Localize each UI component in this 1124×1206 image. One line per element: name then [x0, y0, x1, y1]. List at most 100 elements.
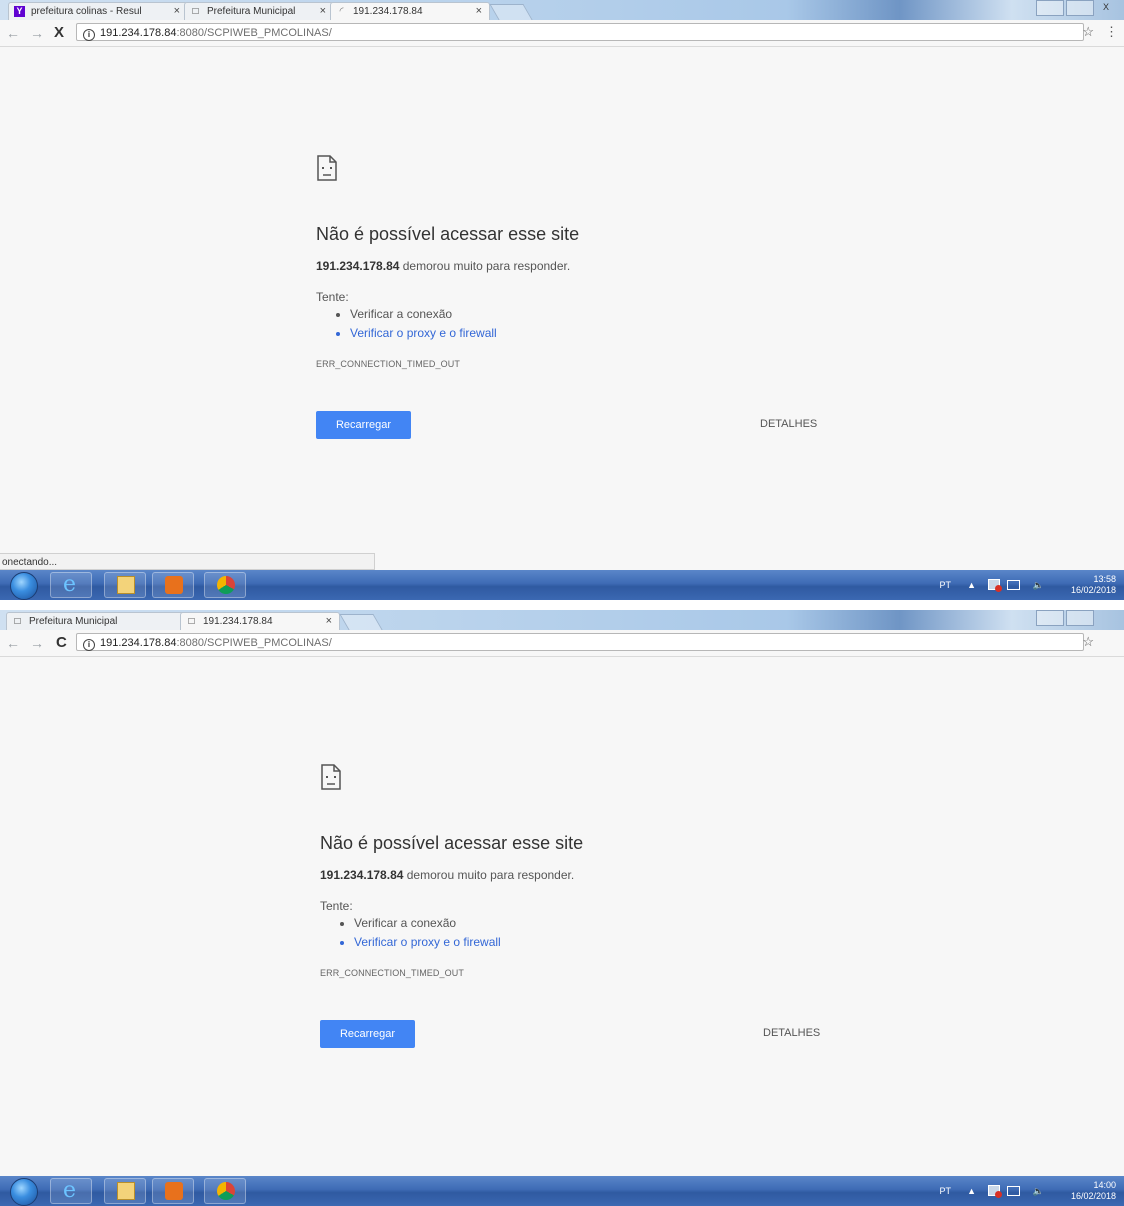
close-window-button[interactable]: X — [1096, 0, 1116, 14]
tab-label: prefeitura colinas - Resul — [31, 6, 142, 17]
suggestion-check-connection: Verificar a conexão — [350, 305, 497, 324]
page-icon: □ — [192, 6, 199, 17]
new-tab-button[interactable] — [339, 614, 383, 630]
close-window-button[interactable] — [1096, 610, 1116, 624]
media-player-icon[interactable] — [152, 1178, 194, 1204]
error-headline: Não é possível acessar esse site — [316, 224, 580, 244]
clock-time: 14:00 — [1093, 1180, 1116, 1190]
tray-up-arrow-icon[interactable]: ▲ — [967, 1176, 976, 1206]
reload-button[interactable]: Recarregar — [316, 411, 411, 439]
window-controls: X — [1036, 0, 1116, 20]
close-icon[interactable]: × — [174, 3, 180, 20]
suggestion-check-proxy-link[interactable]: Verificar o proxy e o firewall — [354, 933, 501, 952]
tab-active-ip[interactable]: ◜ 191.234.178.84 × — [330, 2, 490, 20]
action-center-flag-icon[interactable] — [988, 579, 1002, 592]
error-reason: 191.234.178.84 demorou muito para respon… — [316, 259, 570, 273]
error-reason-text: demorou muito para responder. — [403, 868, 575, 882]
back-arrow-icon[interactable]: ← — [6, 634, 20, 652]
tab-strip: Y prefeitura colinas - Resul × □ Prefeit… — [0, 0, 1124, 20]
try-label: Tente: — [320, 899, 353, 913]
try-label: Tente: — [316, 290, 349, 304]
info-icon[interactable]: i — [83, 639, 95, 651]
media-player-icon[interactable] — [152, 572, 194, 598]
tab-label: 191.234.178.84 — [203, 616, 273, 627]
error-host: 191.234.178.84 — [320, 868, 404, 882]
browser-screenshot-2: □ Prefeitura Municipal × □ 191.234.178.8… — [0, 610, 1124, 1206]
details-button[interactable]: DETALHES — [760, 418, 817, 430]
language-indicator[interactable]: PT — [939, 570, 951, 600]
window-controls — [1036, 610, 1116, 630]
reload-button[interactable]: Recarregar — [320, 1020, 415, 1048]
clock-date: 16/02/2018 — [1070, 585, 1116, 595]
info-icon[interactable]: i — [83, 29, 95, 41]
browser-screenshot-1: Y prefeitura colinas - Resul × □ Prefeit… — [0, 0, 1124, 600]
suggestion-list: Verificar a conexão Verificar o proxy e … — [332, 305, 497, 343]
menu-dots-icon[interactable]: ⋮ — [1105, 25, 1118, 39]
error-code: ERR_CONNECTION_TIMED_OUT — [320, 968, 464, 978]
chrome-icon[interactable] — [204, 572, 246, 598]
suggestion-check-proxy-link[interactable]: Verificar o proxy e o firewall — [350, 324, 497, 343]
file-explorer-icon[interactable] — [104, 1178, 146, 1204]
tab-active-ip[interactable]: □ 191.234.178.84 × — [180, 612, 340, 630]
suggestion-list: Verificar a conexão Verificar o proxy e … — [336, 914, 501, 952]
error-host: 191.234.178.84 — [316, 259, 400, 273]
tab-prefeitura-municipal[interactable]: □ Prefeitura Municipal × — [6, 612, 196, 630]
volume-icon[interactable]: 🔈 — [1033, 570, 1044, 600]
yahoo-icon: Y — [14, 6, 25, 17]
bookmark-star-icon[interactable]: ☆ — [1082, 635, 1094, 649]
tab-label: Prefeitura Municipal — [29, 616, 118, 627]
forward-arrow-icon[interactable]: → — [30, 24, 44, 42]
url-host: 191.234.178.84 — [100, 637, 177, 649]
close-icon[interactable]: × — [476, 3, 482, 20]
volume-icon[interactable]: 🔈 — [1033, 1176, 1044, 1206]
start-orb-icon[interactable] — [10, 572, 38, 600]
maximize-button[interactable] — [1066, 610, 1094, 626]
internet-explorer-icon[interactable]: e — [50, 572, 92, 598]
close-icon[interactable]: × — [320, 3, 326, 20]
address-bar[interactable]: i 191.234.178.84:8080/SCPIWEB_PMCOLINAS/ — [76, 633, 1084, 651]
error-reason-text: demorou muito para responder. — [399, 259, 571, 273]
action-center-flag-icon[interactable] — [988, 1185, 1002, 1198]
error-reason: 191.234.178.84 demorou muito para respon… — [320, 868, 574, 882]
bookmark-star-icon[interactable]: ☆ — [1082, 25, 1094, 39]
minimize-button[interactable] — [1036, 610, 1064, 626]
forward-arrow-icon[interactable]: → — [30, 634, 44, 652]
maximize-button[interactable] — [1066, 0, 1094, 16]
start-orb-icon[interactable] — [10, 1178, 38, 1206]
tab-yahoo-search[interactable]: Y prefeitura colinas - Resul × — [8, 2, 188, 20]
chrome-icon[interactable] — [204, 1178, 246, 1204]
details-button[interactable]: DETALHES — [763, 1027, 820, 1039]
tab-prefeitura-municipal[interactable]: □ Prefeitura Municipal × — [184, 2, 334, 20]
taskbar: e PT ▲ 🔈 13:58 16/02/2018 — [0, 570, 1124, 600]
suggestion-check-connection: Verificar a conexão — [354, 914, 501, 933]
tray-up-arrow-icon[interactable]: ▲ — [967, 570, 976, 600]
new-tab-button[interactable] — [489, 4, 533, 20]
tab-label: 191.234.178.84 — [353, 6, 423, 17]
reload-icon[interactable]: C — [56, 634, 67, 652]
browser-toolbar: ← → C i 191.234.178.84:8080/SCPIWEB_PMCOL… — [0, 630, 1124, 657]
address-bar[interactable]: i 191.234.178.84:8080/SCPIWEB_PMCOLINAS/ — [76, 23, 1084, 41]
network-icon[interactable] — [1007, 1186, 1020, 1196]
stop-loading-icon[interactable]: X — [54, 24, 64, 42]
language-indicator[interactable]: PT — [939, 1176, 951, 1206]
internet-explorer-icon[interactable]: e — [50, 1178, 92, 1204]
clock[interactable]: 14:00 16/02/2018 — [1056, 1180, 1116, 1202]
status-bubble: onectando... — [0, 553, 375, 570]
error-code: ERR_CONNECTION_TIMED_OUT — [316, 359, 460, 369]
clock[interactable]: 13:58 16/02/2018 — [1056, 574, 1116, 596]
network-icon[interactable] — [1007, 580, 1020, 590]
sad-page-icon — [321, 764, 341, 790]
url-path: :8080/SCPIWEB_PMCOLINAS/ — [176, 27, 332, 39]
clock-date: 16/02/2018 — [1070, 1191, 1116, 1201]
url-host: 191.234.178.84 — [100, 27, 177, 39]
tab-strip: □ Prefeitura Municipal × □ 191.234.178.8… — [0, 610, 1124, 630]
error-headline: Não é possível acessar esse site — [320, 833, 584, 853]
back-arrow-icon[interactable]: ← — [6, 24, 20, 42]
file-explorer-icon[interactable] — [104, 572, 146, 598]
minimize-button[interactable] — [1036, 0, 1064, 16]
tab-label: Prefeitura Municipal — [207, 6, 296, 17]
browser-toolbar: ← → X i 191.234.178.84:8080/SCPIWEB_PMCOL… — [0, 20, 1124, 47]
page-icon: □ — [14, 616, 21, 627]
sad-page-icon — [317, 155, 337, 181]
close-icon[interactable]: × — [326, 613, 332, 630]
